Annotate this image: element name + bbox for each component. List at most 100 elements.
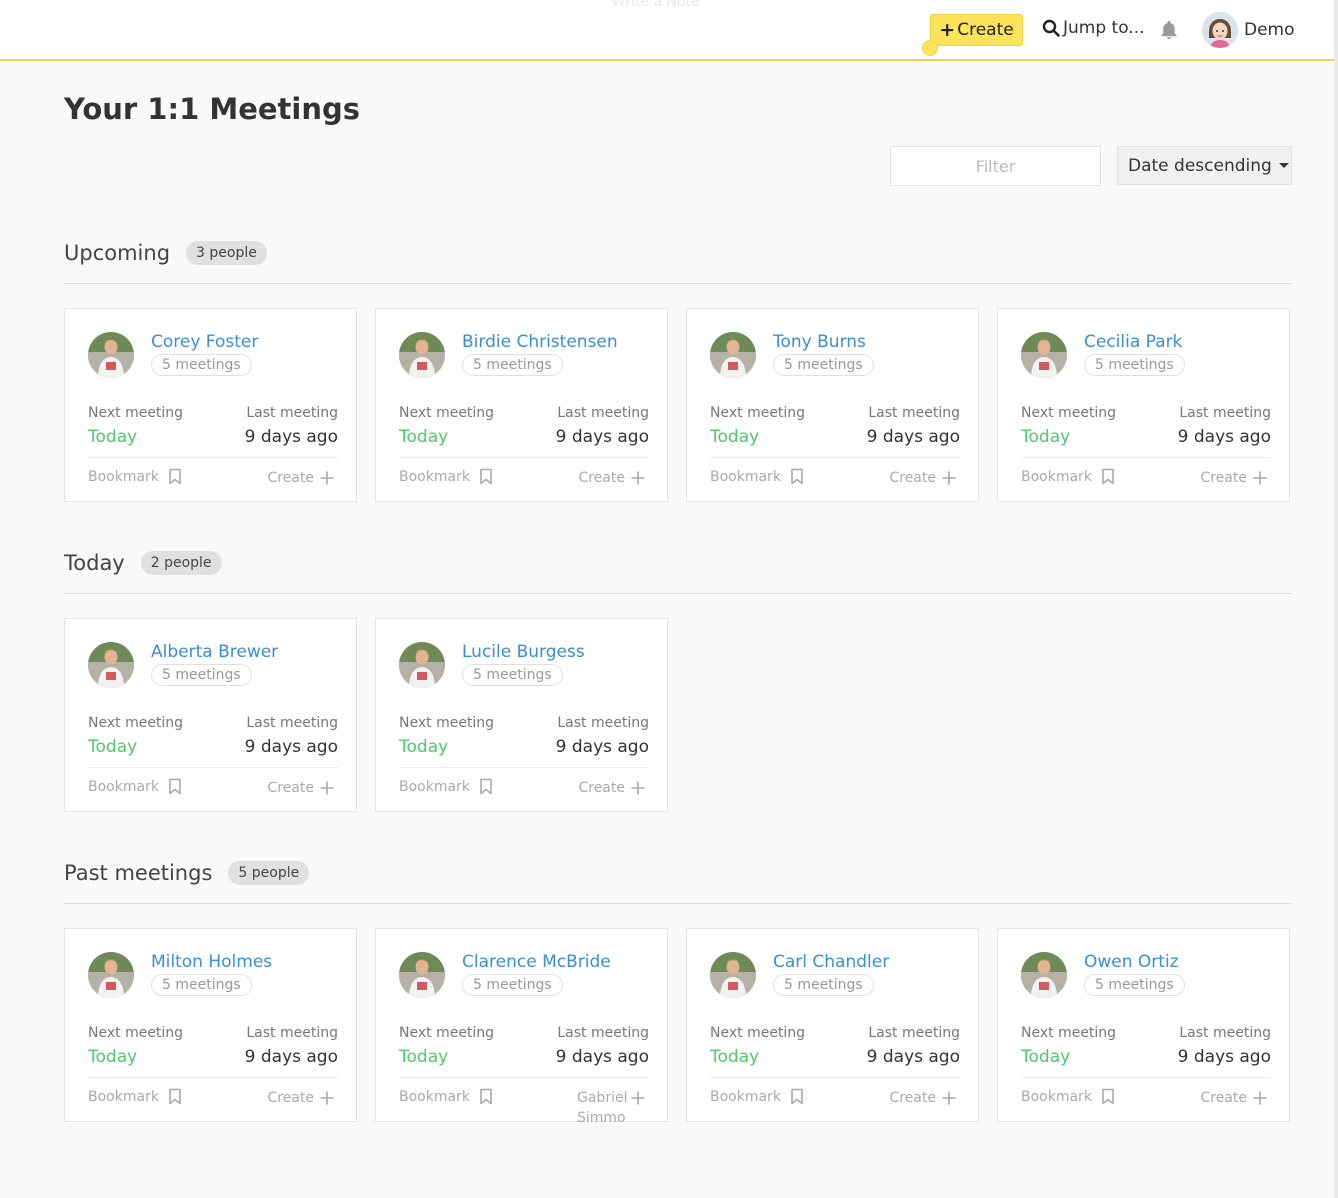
create-button[interactable]: + Create: [930, 14, 1023, 46]
next-meeting-label: Next meeting: [399, 1025, 495, 1041]
person-name[interactable]: Milton Holmes: [151, 952, 272, 972]
jump-to-button[interactable]: Jump to...: [1042, 18, 1145, 38]
last-meeting-value: 9 days ago: [244, 1047, 338, 1067]
last-meeting-label: Last meeting: [557, 1025, 649, 1041]
create-meeting-button[interactable]: Gabriel Simmo: [577, 1088, 645, 1128]
card-divider: [1021, 457, 1271, 458]
bookmark-button[interactable]: Bookmark: [1021, 468, 1115, 485]
last-meeting-value: 9 days ago: [555, 737, 649, 757]
last-meeting-value: 9 days ago: [555, 1047, 649, 1067]
bookmark-button[interactable]: Bookmark: [710, 468, 804, 485]
person-card[interactable]: Birdie Christensen 5 meetings Next meeti…: [375, 308, 668, 502]
person-card[interactable]: Carl Chandler 5 meetings Next meeting To…: [686, 928, 979, 1122]
filter-input[interactable]: [890, 146, 1101, 186]
person-name[interactable]: Birdie Christensen: [462, 332, 618, 352]
person-name[interactable]: Clarence McBride: [462, 952, 611, 972]
bookmark-button[interactable]: Bookmark: [88, 468, 182, 485]
bookmark-button[interactable]: Bookmark: [710, 1088, 804, 1105]
card-divider: [88, 1077, 338, 1078]
bookmark-label: Bookmark: [399, 778, 470, 795]
create-meeting-button[interactable]: Create: [578, 778, 645, 798]
create-meeting-button[interactable]: Create: [267, 1088, 334, 1108]
next-meeting-label: Next meeting: [710, 405, 806, 421]
last-meeting-value: 9 days ago: [866, 427, 960, 447]
plus-icon: [320, 471, 334, 485]
person-card[interactable]: Milton Holmes 5 meetings Next meeting To…: [64, 928, 357, 1122]
last-meeting-label: Last meeting: [246, 1025, 338, 1041]
person-name[interactable]: Tony Burns: [773, 332, 866, 352]
bookmark-label: Bookmark: [1021, 468, 1092, 485]
person-avatar[interactable]: [1021, 952, 1067, 998]
create-meeting-label: Create: [578, 470, 625, 486]
person-name[interactable]: Alberta Brewer: [151, 642, 278, 662]
bell-icon[interactable]: [1158, 19, 1180, 41]
bookmark-button[interactable]: Bookmark: [399, 468, 493, 485]
meetings-count-badge: 5 meetings: [462, 664, 563, 686]
bookmark-button[interactable]: Bookmark: [88, 1088, 182, 1105]
create-button-label: Create: [957, 20, 1014, 40]
plus-icon: [631, 781, 645, 795]
next-meeting-value: Today: [710, 1047, 760, 1067]
create-meeting-button[interactable]: Create: [267, 468, 334, 488]
scrollbar[interactable]: [1334, 0, 1338, 1198]
person-name[interactable]: Owen Ortiz: [1084, 952, 1179, 972]
card-divider: [399, 1077, 649, 1078]
next-meeting-value: Today: [88, 1047, 138, 1067]
person-avatar[interactable]: [399, 952, 445, 998]
last-meeting-value: 9 days ago: [1177, 1047, 1271, 1067]
write-note-hint: Write a Note: [612, 0, 700, 10]
person-card[interactable]: Corey Foster 5 meetings Next meeting Tod…: [64, 308, 357, 502]
person-name[interactable]: Lucile Burgess: [462, 642, 585, 662]
create-meeting-button[interactable]: Create: [267, 778, 334, 798]
person-card[interactable]: Owen Ortiz 5 meetings Next meeting Today…: [997, 928, 1290, 1122]
card-divider: [88, 767, 338, 768]
bookmark-icon: [169, 1088, 181, 1105]
top-bar: Write a Note + Create Jump to... Demo: [0, 0, 1338, 61]
person-card[interactable]: Clarence McBride 5 meetings Next meeting…: [375, 928, 668, 1126]
plus-icon: [1253, 1091, 1267, 1105]
person-name[interactable]: Carl Chandler: [773, 952, 889, 972]
meetings-count-badge: 5 meetings: [462, 974, 563, 996]
create-meeting-button[interactable]: Create: [578, 468, 645, 488]
person-card[interactable]: Alberta Brewer 5 meetings Next meeting T…: [64, 618, 357, 812]
create-meeting-button[interactable]: Create: [889, 1088, 956, 1108]
person-avatar[interactable]: [399, 332, 445, 378]
person-avatar[interactable]: [710, 952, 756, 998]
chevron-down-icon: [1278, 163, 1289, 168]
last-meeting-value: 9 days ago: [1177, 427, 1271, 447]
next-meeting-label: Next meeting: [399, 715, 495, 731]
last-meeting-label: Last meeting: [1179, 1025, 1271, 1041]
user-menu[interactable]: Demo: [1202, 12, 1295, 48]
person-avatar[interactable]: [1021, 332, 1067, 378]
bookmark-button[interactable]: Bookmark: [399, 1088, 493, 1105]
last-meeting-label: Last meeting: [246, 405, 338, 421]
meetings-count-badge: 5 meetings: [773, 354, 874, 376]
bookmark-label: Bookmark: [88, 778, 159, 795]
create-meeting-label: Create: [1200, 1090, 1247, 1106]
create-meeting-button[interactable]: Create: [889, 468, 956, 488]
person-avatar[interactable]: [88, 332, 134, 378]
bookmark-button[interactable]: Bookmark: [399, 778, 493, 795]
person-card[interactable]: Lucile Burgess 5 meetings Next meeting T…: [375, 618, 668, 812]
create-meeting-button[interactable]: Create: [1200, 1088, 1267, 1108]
last-meeting-label: Last meeting: [868, 1025, 960, 1041]
next-meeting-label: Next meeting: [88, 715, 184, 731]
sort-dropdown[interactable]: Date descending: [1117, 146, 1292, 185]
create-meeting-button[interactable]: Create: [1200, 468, 1267, 488]
person-card[interactable]: Cecilia Park 5 meetings Next meeting Tod…: [997, 308, 1290, 502]
bookmark-button[interactable]: Bookmark: [88, 778, 182, 795]
person-card[interactable]: Tony Burns 5 meetings Next meeting Today…: [686, 308, 979, 502]
person-avatar[interactable]: [88, 642, 134, 688]
user-avatar: [1202, 12, 1238, 48]
meetings-count-badge: 5 meetings: [773, 974, 874, 996]
create-meeting-label: Create: [889, 1090, 936, 1106]
next-meeting-label: Next meeting: [399, 405, 495, 421]
person-avatar[interactable]: [710, 332, 756, 378]
card-divider: [88, 457, 338, 458]
person-name[interactable]: Cecilia Park: [1084, 332, 1182, 352]
person-avatar[interactable]: [399, 642, 445, 688]
person-name[interactable]: Corey Foster: [151, 332, 258, 352]
bookmark-button[interactable]: Bookmark: [1021, 1088, 1115, 1105]
person-avatar[interactable]: [88, 952, 134, 998]
card-divider: [710, 1077, 960, 1078]
